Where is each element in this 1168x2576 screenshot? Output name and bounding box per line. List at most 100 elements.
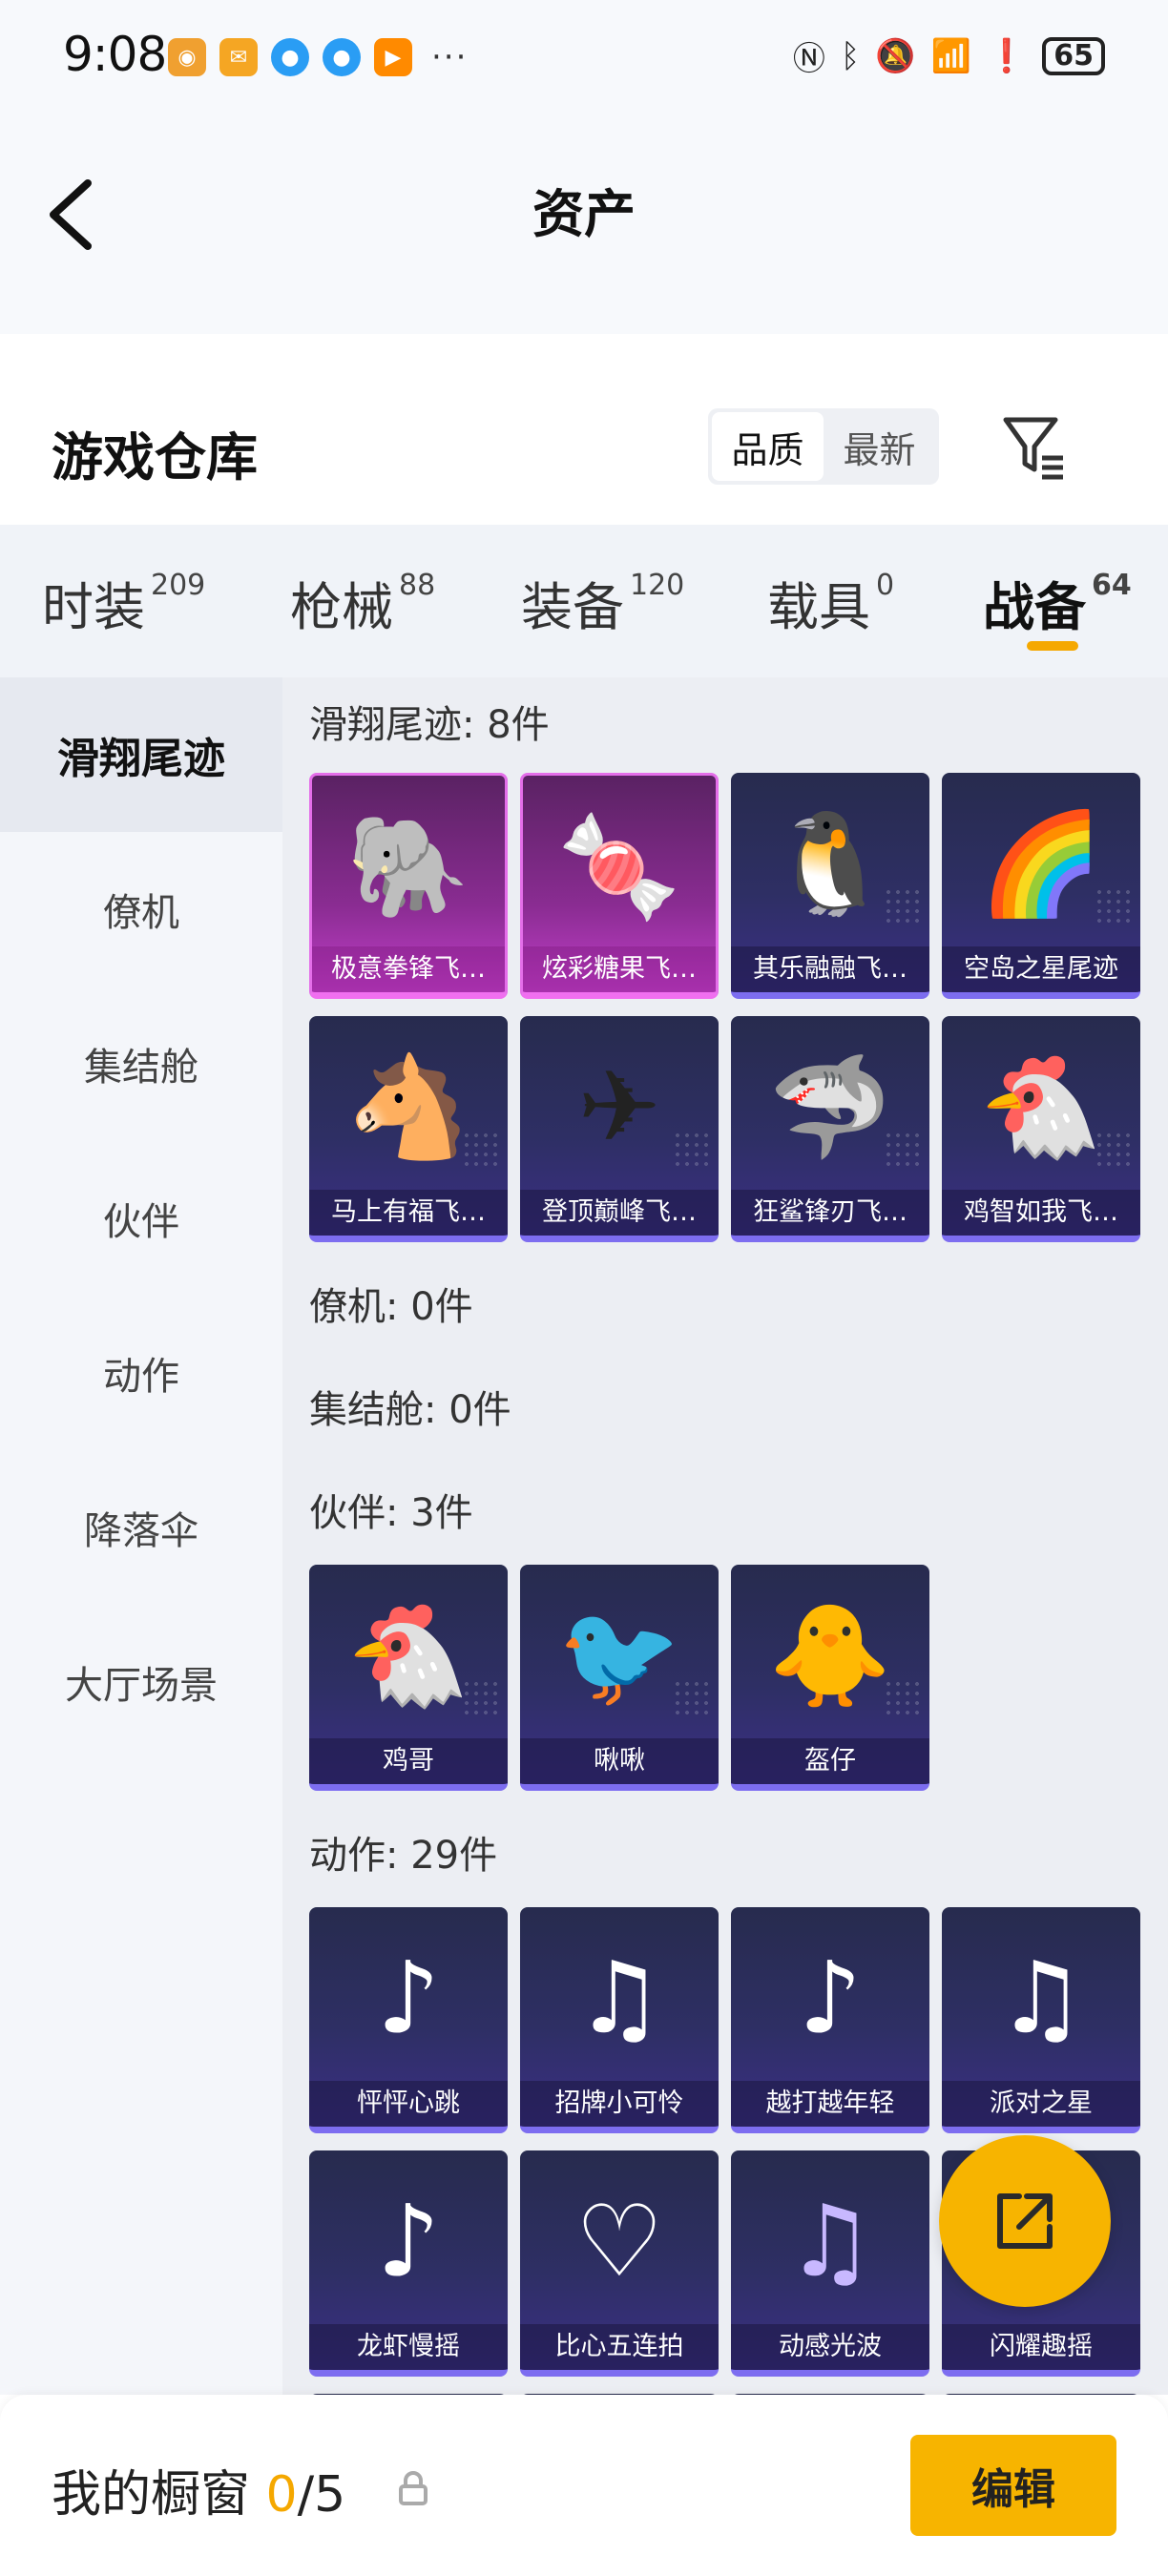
heart-pose-icon: ♡ [574, 2183, 664, 2299]
showcase-count: 0/5 [266, 2466, 346, 2524]
sidebar-item-emote[interactable]: 动作 [0, 1296, 282, 1450]
item-label: 炫彩糖果飞… [523, 946, 716, 992]
battery-icon: 65 [1042, 36, 1105, 75]
section-title-emote: 动作: 29件 [309, 1834, 498, 1878]
item-card[interactable]: 🦈 狂鲨锋刃飞… [731, 1016, 929, 1242]
tab-firearms[interactable]: 枪械 88 [290, 565, 435, 640]
tab-equipment[interactable]: 装备 120 [521, 565, 684, 640]
sidebar-item-lobby-scene[interactable]: 大厅场景 [0, 1605, 282, 1759]
sidebar-item-wingman[interactable]: 僚机 [0, 832, 282, 987]
item-card[interactable]: 🐧 其乐融融飞… [731, 773, 929, 999]
candy-icon: 🍬 [557, 808, 681, 924]
tab-label: 载具 [767, 577, 870, 637]
dance-icon: ♫ [996, 1940, 1086, 2056]
item-label: 龙虾慢摇 [309, 2324, 508, 2370]
section-title-glide: 滑翔尾迹: 8件 [309, 703, 550, 747]
item-label: 越打越年轻 [731, 2081, 929, 2127]
item-label: 登顶巅峰飞… [520, 1190, 719, 1236]
item-label: 盔仔 [731, 1738, 929, 1784]
sidebar: 滑翔尾迹 僚机 集结舱 伙伴 动作 降落伞 大厅场景 [0, 677, 282, 2395]
sort-quality-button[interactable]: 品质 [712, 412, 824, 481]
sidebar-item-partner[interactable]: 伙伴 [0, 1141, 282, 1296]
item-label: 比心五连拍 [520, 2324, 719, 2370]
item-card[interactable]: ♪ 龙虾慢摇 [309, 2150, 508, 2377]
more-notifications-icon: ··· [431, 38, 469, 76]
tab-fashion[interactable]: 时装 209 [42, 565, 205, 640]
mute-icon: 🔕 [875, 36, 916, 75]
item-label: 其乐融融飞… [731, 946, 929, 992]
tab-label: 装备 [521, 577, 624, 637]
item-card[interactable]: 🐔 鸡哥 [309, 1565, 508, 1791]
share-button[interactable] [939, 2135, 1111, 2307]
item-label: 闪耀趣摇 [942, 2324, 1140, 2370]
sidebar-item-capsule[interactable]: 集结舱 [0, 987, 282, 1141]
chicken-icon: 🐔 [346, 1597, 470, 1714]
item-card[interactable]: 🍬 炫彩糖果飞… [520, 773, 719, 999]
section-title-capsule: 集结舱: 0件 [309, 1388, 511, 1432]
dance-icon: ♪ [376, 1940, 441, 2056]
item-label: 怦怦心跳 [309, 2081, 508, 2127]
nfc-icon: Ⓝ [792, 40, 825, 78]
item-card[interactable]: ♫ 动感光波 [731, 2150, 929, 2377]
glide-grid: 🐘 极意拳锋飞… 🍬 炫彩糖果飞… 🐧 其乐融融飞… 🌈 空岛之星尾迹 🐴 马上… [309, 773, 1168, 1242]
dance-glow-icon: ♫ [785, 2183, 875, 2299]
status-time: 9:08 [63, 27, 167, 82]
item-card[interactable]: 🐦 啾啾 [520, 1565, 719, 1791]
item-card[interactable]: 🌈 空岛之星尾迹 [942, 773, 1140, 999]
item-card[interactable]: ♪ 怦怦心跳 [309, 1907, 508, 2133]
horse-icon: 🐴 [346, 1049, 470, 1165]
partner-grid: 🐔 鸡哥 🐦 啾啾 🐥 盔仔 [309, 1565, 1168, 1791]
tab-label: 时装 [42, 577, 145, 637]
sidebar-item-glide-trail[interactable]: 滑翔尾迹 [0, 677, 282, 832]
item-card[interactable]: ♪ 越打越年轻 [731, 1907, 929, 2133]
item-card[interactable]: 🐴 马上有福飞… [309, 1016, 508, 1242]
tab-count: 64 [1092, 569, 1132, 602]
item-label: 鸡智如我飞… [942, 1190, 1140, 1236]
item-card[interactable]: ♫ 派对之星 [942, 1907, 1140, 2133]
sidebar-item-parachute[interactable]: 降落伞 [0, 1450, 282, 1605]
tab-label: 战备 [983, 577, 1086, 637]
app-icon-orange: ◉ [168, 38, 206, 76]
penguin-icon: 🐧 [768, 805, 892, 922]
lock-icon [399, 2471, 428, 2505]
tab-count: 88 [399, 569, 436, 602]
item-label: 马上有福飞… [309, 1190, 508, 1236]
rainbow-trail-icon: 🌈 [979, 805, 1103, 922]
sort-toggle: 品质 最新 [708, 408, 939, 485]
warehouse-title: 游戏仓库 [52, 427, 258, 488]
item-label: 鸡哥 [309, 1738, 508, 1784]
shark-icon: 🦈 [768, 1049, 892, 1165]
dance-icon: ♪ [798, 1940, 863, 2056]
warehouse-header: 游戏仓库 品质 最新 [0, 334, 1168, 525]
item-label: 招牌小可怜 [520, 2081, 719, 2127]
chicken-icon: 🐔 [979, 1049, 1103, 1165]
item-label: 动感光波 [731, 2324, 929, 2370]
item-card[interactable]: ♫ 招牌小可怜 [520, 1907, 719, 2133]
showcase-bar: 我的橱窗 0/5 编辑 [0, 2395, 1168, 2576]
active-tab-indicator [1027, 641, 1078, 651]
mail-icon: ✉ [219, 38, 258, 76]
status-bar: 9:08 ◉ ✉ ● ● ▶ ··· Ⓝ ᛒ 🔕 📶 ❗ 65 [0, 0, 1168, 114]
item-label: 狂鲨锋刃飞… [731, 1190, 929, 1236]
item-card[interactable]: ✈ 登顶巅峰飞… [520, 1016, 719, 1242]
elephant-icon: 🐘 [346, 808, 470, 924]
item-card[interactable]: ♡ 比心五连拍 [520, 2150, 719, 2377]
item-card[interactable]: 🐘 极意拳锋飞… [309, 773, 508, 999]
tab-combat-gear[interactable]: 战备 64 [983, 565, 1132, 640]
tab-count: 120 [630, 569, 685, 602]
filter-icon [1003, 417, 1063, 480]
item-card[interactable]: 🐔 鸡智如我飞… [942, 1016, 1140, 1242]
item-label: 派对之星 [942, 2081, 1140, 2127]
dance-sign-icon: ♫ [574, 1940, 664, 2056]
tab-vehicles[interactable]: 载具 0 [767, 565, 894, 640]
tab-label: 枪械 [290, 577, 393, 637]
sort-newest-button[interactable]: 最新 [824, 412, 935, 481]
dance-icon: ♪ [376, 2183, 441, 2299]
filter-button[interactable] [998, 408, 1069, 485]
tab-count: 209 [151, 569, 206, 602]
app-icon-blue-2: ● [323, 38, 361, 76]
edit-button[interactable]: 编辑 [910, 2435, 1116, 2536]
item-card[interactable]: 🐥 盔仔 [731, 1565, 929, 1791]
section-title-wingman: 僚机: 0件 [309, 1285, 473, 1329]
showcase-total: /5 [297, 2466, 346, 2524]
